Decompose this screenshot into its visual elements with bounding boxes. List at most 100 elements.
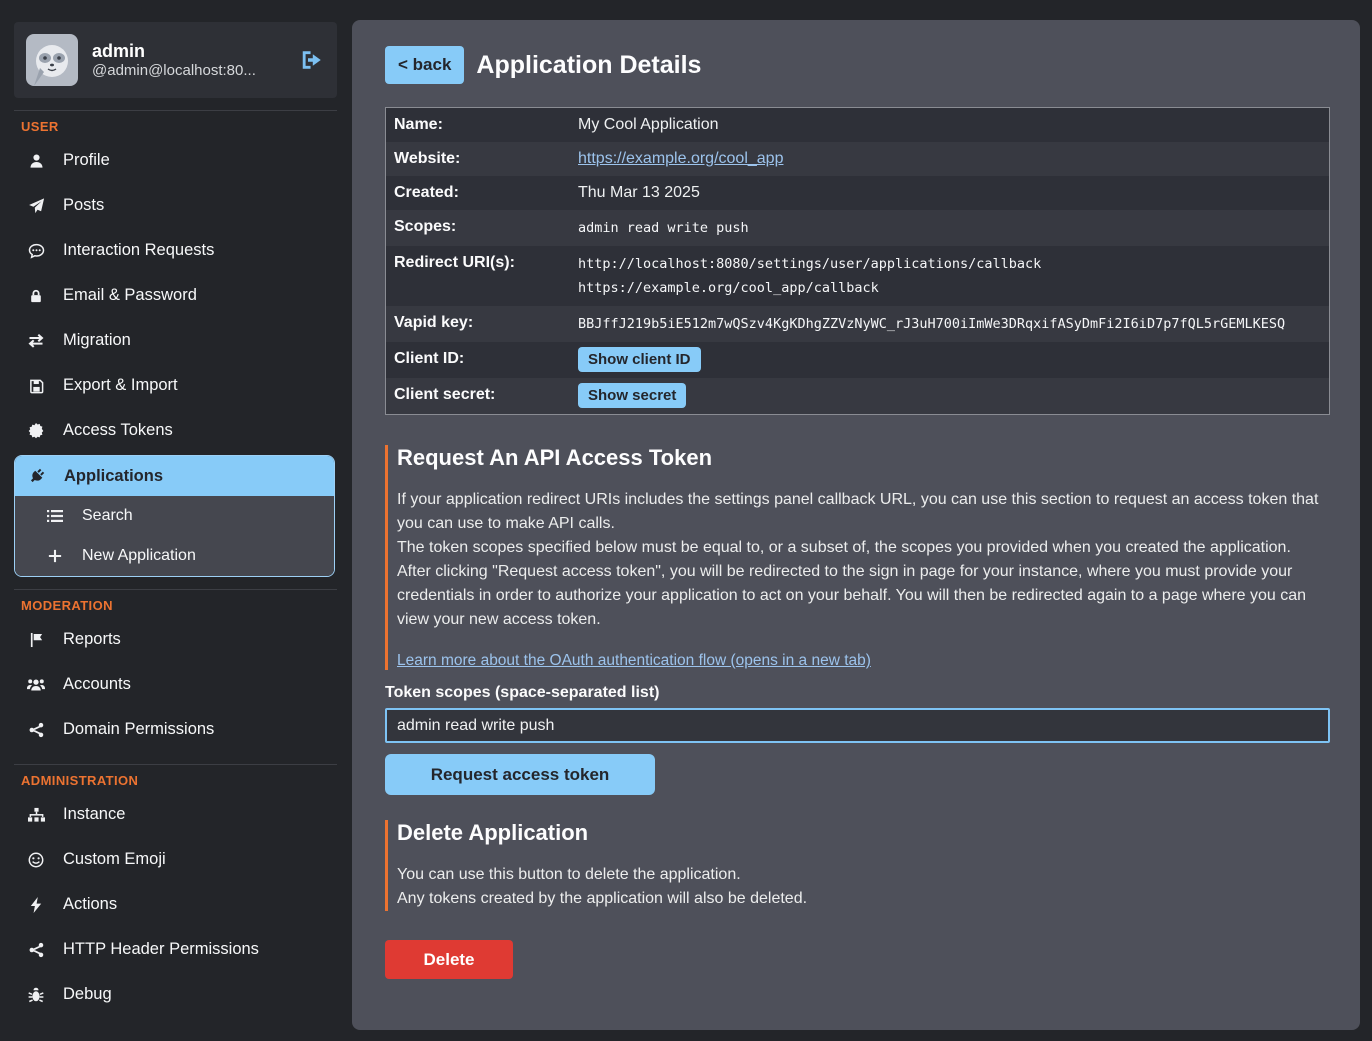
sidebar-heading-user: USER [21,119,335,134]
oauth-docs-link[interactable]: Learn more about the OAuth authenticatio… [397,652,871,670]
bug-icon [27,987,45,1003]
sidebar-item-http-header-permissions[interactable]: HTTP Header Permissions [14,927,335,972]
request-token-text-3: After clicking "Request access token", y… [397,560,1330,632]
table-row-scopes: Scopes: admin read write push [386,210,1329,246]
request-token-text-1: If your application redirect URIs includ… [397,488,1330,536]
sidebar-item-label: Profile [63,151,110,170]
sidebar-item-label: HTTP Header Permissions [63,940,259,959]
sidebar-item-new-application[interactable]: New Application [15,536,334,576]
flag-icon [27,632,45,648]
sidebar-item-label: Migration [63,331,131,350]
application-details-table: Name: My Cool Application Website: https… [385,107,1330,415]
redirect-uri-1: http://localhost:8080/settings/user/appl… [578,252,1041,276]
page-title: Application Details [476,51,701,80]
sidebar-heading-administration: ADMINISTRATION [21,773,335,788]
sidebar-item-label: Export & Import [63,376,178,395]
sitemap-icon [27,807,45,823]
sidebar-item-export-import[interactable]: Export & Import [14,363,335,408]
token-scopes-input[interactable] [385,708,1330,743]
table-row-client-id: Client ID: Show client ID [386,342,1329,378]
request-token-heading: Request An API Access Token [397,445,1330,471]
sidebar-item-debug[interactable]: Debug [14,972,335,1017]
sidebar-item-instance[interactable]: Instance [14,792,335,837]
list-icon [46,509,64,523]
sidebar-item-posts[interactable]: Posts [14,183,335,228]
sidebar-item-interaction-requests[interactable]: Interaction Requests [14,228,335,273]
table-row-client-secret: Client secret: Show secret [386,378,1329,414]
lock-icon [27,288,45,304]
sidebar-item-domain-permissions[interactable]: Domain Permissions [14,707,335,752]
divider [14,110,337,111]
plug-icon [28,468,46,484]
users-icon [27,677,45,693]
application-details-panel: < back Application Details Name: My Cool… [352,20,1360,1030]
sidebar-item-label: Accounts [63,675,131,694]
table-row-website: Website: https://example.org/cool_app [386,142,1329,176]
floppy-disk-icon [27,378,45,394]
request-access-token-button[interactable]: Request access token [385,754,655,795]
sidebar-item-reports[interactable]: Reports [14,617,335,662]
paper-plane-icon [27,198,45,214]
avatar [26,34,78,86]
sidebar-item-label: Search [82,507,133,525]
delete-button[interactable]: Delete [385,940,513,979]
user-meta: admin @admin@localhost:80... [92,41,285,79]
user-icon [27,153,45,169]
smiley-icon [27,852,45,868]
sidebar-item-label: Interaction Requests [63,241,214,260]
vapid-key-value: BBJffJ219b5iE512m7wQSzv4KgKDhgZZVzNyWC_r… [578,312,1285,336]
delete-text-2: Any tokens created by the application wi… [397,887,1330,911]
table-row-redirect-uris: Redirect URI(s): http://localhost:8080/s… [386,246,1329,306]
request-token-section: Request An API Access Token If your appl… [385,445,1330,670]
sidebar-item-label: Reports [63,630,121,649]
share-nodes-icon [27,942,45,958]
application-name-value: My Cool Application [578,114,719,136]
sidebar-item-label: Applications [64,467,163,486]
delete-application-section: Delete Application You can use this butt… [385,820,1330,911]
sign-out-icon[interactable] [299,48,325,72]
sidebar-item-label: Posts [63,196,104,215]
sidebar-item-label: Domain Permissions [63,720,214,739]
user-handle: @admin@localhost:80... [92,62,285,79]
scopes-value: admin read write push [578,216,749,240]
website-link[interactable]: https://example.org/cool_app [578,150,783,167]
request-token-text-2: The token scopes specified below must be… [397,536,1330,560]
back-button[interactable]: < back [385,46,464,84]
show-secret-button[interactable]: Show secret [578,383,686,408]
user-name: admin [92,41,285,62]
main-area: < back Application Details Name: My Cool… [345,0,1372,1041]
sidebar-item-email-password[interactable]: Email & Password [14,273,335,318]
sidebar-item-label: Debug [63,985,112,1004]
delete-heading: Delete Application [397,820,1330,846]
table-row-name: Name: My Cool Application [386,108,1329,142]
sidebar: admin @admin@localhost:80... USER Profil… [0,0,345,1041]
plus-icon [46,549,64,563]
sidebar-heading-moderation: MODERATION [21,598,335,613]
delete-text-1: You can use this button to delete the ap… [397,863,1330,887]
comment-icon [27,243,45,259]
sidebar-item-label: Email & Password [63,286,197,305]
show-client-id-button[interactable]: Show client ID [578,347,701,372]
sidebar-item-custom-emoji[interactable]: Custom Emoji [14,837,335,882]
applications-group: Applications Search New Application [14,455,335,577]
divider [14,764,337,765]
applications-submenu: Search New Application [15,496,334,576]
page-header: < back Application Details [385,46,1330,84]
sidebar-item-access-tokens[interactable]: Access Tokens [14,408,335,453]
sidebar-item-label: Instance [63,805,125,824]
sidebar-item-search[interactable]: Search [15,496,334,536]
share-nodes-icon [27,722,45,738]
user-card[interactable]: admin @admin@localhost:80... [14,22,337,98]
sidebar-item-applications[interactable]: Applications [15,456,334,496]
table-row-created: Created: Thu Mar 13 2025 [386,176,1329,210]
sidebar-item-profile[interactable]: Profile [14,138,335,183]
sidebar-item-accounts[interactable]: Accounts [14,662,335,707]
sidebar-item-actions[interactable]: Actions [14,882,335,927]
sidebar-item-migration[interactable]: Migration [14,318,335,363]
divider [14,589,337,590]
arrows-left-right-icon [27,333,45,349]
created-value: Thu Mar 13 2025 [578,182,700,204]
sidebar-item-label: Custom Emoji [63,850,166,869]
bolt-icon [27,897,45,913]
table-row-vapid-key: Vapid key: BBJffJ219b5iE512m7wQSzv4KgKDh… [386,306,1329,342]
